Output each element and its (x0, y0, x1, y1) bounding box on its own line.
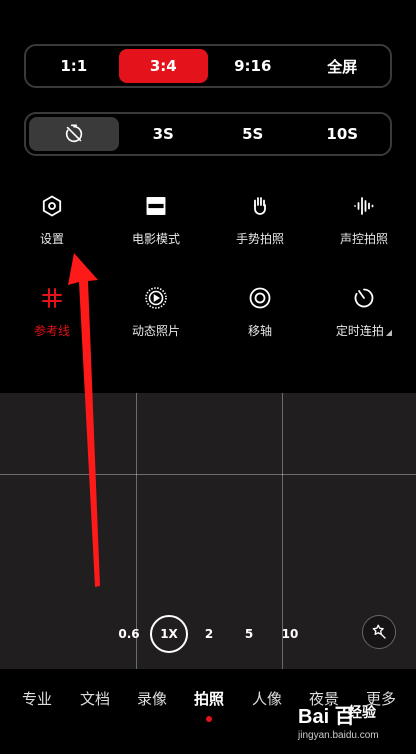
movie-mode-label: 电影模式 (131, 232, 180, 246)
grid-lines-label: 参考线 (33, 324, 70, 338)
timer-off-button[interactable] (29, 117, 119, 151)
timed-burst-button[interactable]: 定时连拍 ◢ (312, 284, 416, 339)
watermark-url: jingyan.baidu.com (298, 730, 379, 741)
tilt-shift-button[interactable]: 移轴 (208, 284, 312, 339)
settings-button[interactable]: 设置 (0, 192, 104, 247)
aspect-ratio-selector: 1:1 3:4 9:16 全屏 (24, 44, 392, 88)
magic-wand-icon (372, 624, 386, 639)
hexagon-settings-icon (38, 192, 66, 220)
grid-line-horizontal-1 (0, 474, 416, 475)
mode-document[interactable]: 文档 (80, 688, 110, 709)
quick-settings-row-1: 设置 电影模式 手势拍照 声控拍照 (0, 192, 416, 247)
gesture-shot-button[interactable]: 手势拍照 (208, 192, 312, 247)
mode-portrait[interactable]: 人像 (252, 688, 282, 709)
grid-lines-button[interactable]: 参考线 (0, 284, 104, 339)
timer-selector: 3S 5S 10S (24, 112, 392, 156)
voice-shot-label: 声控拍照 (339, 232, 388, 246)
ratio-fullscreen-button[interactable]: 全屏 (298, 49, 388, 83)
baidu-jingyan-watermark: Bai 百 经验 jingyan.baidu.com (298, 700, 408, 750)
quick-settings-row-2: 参考线 动态照片 移轴 定时连拍 ◢ (0, 284, 416, 339)
zoom-2-button[interactable]: 2 (196, 614, 222, 654)
gesture-shot-label: 手势拍照 (235, 232, 284, 246)
timer-5s-button[interactable]: 5S (208, 117, 298, 151)
film-frame-icon (142, 192, 170, 220)
ratio-1-1-button[interactable]: 1:1 (29, 49, 119, 83)
grid-hash-icon (38, 284, 66, 312)
live-photo-button[interactable]: 动态照片 (104, 284, 208, 339)
zoom-5-button[interactable]: 5 (236, 614, 262, 654)
movie-mode-button[interactable]: 电影模式 (104, 192, 208, 247)
zoom-1x-button[interactable]: 1X (150, 615, 188, 653)
voice-shot-button[interactable]: 声控拍照 (312, 192, 416, 247)
live-photo-label: 动态照片 (131, 324, 180, 338)
timer-off-icon (65, 124, 82, 143)
dropdown-triangle-icon: ◢ (385, 328, 393, 337)
raised-hand-icon (246, 192, 274, 220)
watermark-text: 经验 (348, 705, 376, 721)
sound-wave-icon (350, 192, 378, 220)
tilt-shift-icon (246, 284, 274, 312)
ratio-9-16-button[interactable]: 9:16 (208, 49, 298, 83)
timed-burst-label: 定时连拍 ◢ (335, 324, 393, 338)
zoom-10-button[interactable]: 10 (276, 614, 304, 654)
magic-wand-button[interactable] (362, 615, 396, 649)
timer-burst-icon (350, 284, 378, 312)
settings-label: 设置 (39, 232, 64, 246)
timer-10s-button[interactable]: 10S (298, 117, 388, 151)
live-photo-icon (142, 284, 170, 312)
watermark-logo: Bai 百 (298, 706, 355, 728)
active-mode-indicator (206, 716, 212, 722)
mode-video[interactable]: 录像 (137, 688, 167, 709)
tilt-shift-label: 移轴 (247, 324, 272, 338)
mode-photo[interactable]: 拍照 (194, 688, 224, 709)
timer-3s-button[interactable]: 3S (119, 117, 209, 151)
zoom-0-6-button[interactable]: 0.6 (114, 614, 144, 654)
zoom-bar: 0.6 1X 2 5 10 (0, 614, 416, 654)
mode-pro[interactable]: 专业 (22, 688, 52, 709)
ratio-3-4-button[interactable]: 3:4 (118, 49, 208, 83)
